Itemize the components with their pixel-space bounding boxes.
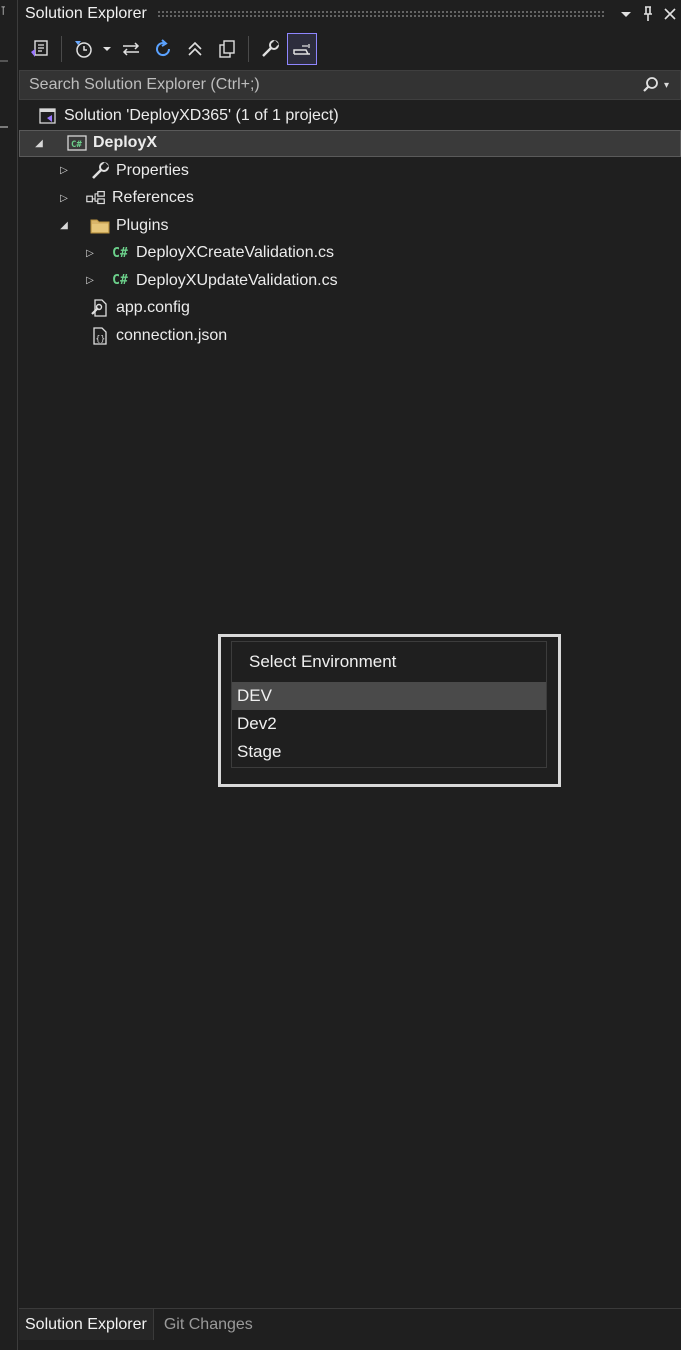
svg-text:{}: {} xyxy=(96,334,106,343)
tree-item-label: DeployXUpdateValidation.cs xyxy=(136,271,338,289)
environment-option-stage[interactable]: Stage xyxy=(232,738,546,766)
collapsed-arrow-icon[interactable]: ▷ xyxy=(83,274,97,288)
edge-marker xyxy=(0,60,8,62)
collapsed-arrow-icon[interactable]: ▷ xyxy=(57,191,71,205)
expanded-arrow-icon[interactable]: ◢ xyxy=(32,136,46,150)
tree-item-label: Solution 'DeployXD365' (1 of 1 project) xyxy=(64,106,339,124)
tree-item-label: app.config xyxy=(116,299,190,317)
search-options-dropdown-icon[interactable]: ▾ xyxy=(664,80,680,91)
tree-item-app-config[interactable]: app.config xyxy=(19,295,681,323)
close-icon[interactable] xyxy=(659,3,681,25)
tab-git-changes[interactable]: Git Changes xyxy=(154,1309,259,1341)
tree-item-references[interactable]: ▷ References xyxy=(19,185,681,213)
sync-active-document-icon[interactable] xyxy=(116,33,146,65)
show-all-files-icon[interactable] xyxy=(212,33,242,65)
tree-item-label: connection.json xyxy=(116,326,228,344)
search-icon[interactable] xyxy=(638,72,664,98)
tree-item-file-create-validation[interactable]: ▷ C# DeployXCreateValidation.cs xyxy=(19,240,681,268)
solution-tree: Solution 'DeployXD365' (1 of 1 project) … xyxy=(19,102,681,350)
tree-item-project-deployx[interactable]: ◢ C# DeployX xyxy=(19,129,681,157)
solution-explorer-toolbar xyxy=(19,30,681,68)
csharp-file-icon: C# xyxy=(112,273,128,289)
search-input[interactable] xyxy=(20,71,638,99)
toolbar-separator xyxy=(61,36,62,62)
csharp-file-icon: C# xyxy=(112,245,128,261)
json-file-icon: {} xyxy=(89,325,111,347)
tree-item-label: DeployXCreateValidation.cs xyxy=(136,244,335,262)
switch-views-icon[interactable] xyxy=(25,33,55,65)
collapsed-arrow-icon[interactable]: ▷ xyxy=(57,164,71,178)
chevron-down-icon[interactable] xyxy=(615,3,637,25)
tree-item-connection-json[interactable]: {} connection.json xyxy=(19,322,681,350)
toolbar-separator xyxy=(248,36,249,62)
select-environment-dialog: Select Environment DEV Dev2 Stage xyxy=(218,634,561,787)
tree-item-label: Plugins xyxy=(116,216,169,234)
bottom-edge xyxy=(19,1340,681,1350)
title-grip[interactable] xyxy=(156,10,605,18)
references-icon xyxy=(85,187,107,209)
search-box[interactable]: ▾ xyxy=(19,70,681,100)
tree-item-properties[interactable]: ▷ Properties xyxy=(19,157,681,185)
tree-item-label: References xyxy=(112,189,194,207)
tab-solution-explorer[interactable]: Solution Explorer xyxy=(19,1308,154,1341)
pin-icon[interactable] xyxy=(637,3,659,25)
collapsed-arrow-icon[interactable]: ▷ xyxy=(83,246,97,260)
svg-text:C#: C# xyxy=(71,140,82,150)
solution-explorer-panel: Solution Explorer Search Solution Explor… xyxy=(19,0,681,1350)
solution-icon xyxy=(37,105,59,127)
csharp-project-icon: C# xyxy=(66,132,88,154)
bottom-tab-bar: Solution Explorer Git Changes xyxy=(19,1308,681,1341)
panel-title-bar[interactable]: Solution Explorer xyxy=(19,0,681,28)
tree-item-plugins-folder[interactable]: ◢ Plugins xyxy=(19,212,681,240)
left-edge-strip: ⊺ xyxy=(0,0,18,1350)
preview-selected-items-icon[interactable] xyxy=(287,33,317,65)
pending-changes-filter-icon[interactable] xyxy=(68,33,98,65)
expanded-arrow-icon[interactable]: ◢ xyxy=(57,219,71,233)
config-file-icon xyxy=(89,297,111,319)
refresh-icon[interactable] xyxy=(148,33,178,65)
panel-title: Solution Explorer xyxy=(25,5,147,22)
dropdown-icon[interactable] xyxy=(100,33,114,65)
tree-item-file-update-validation[interactable]: ▷ C# DeployXUpdateValidation.cs xyxy=(19,267,681,295)
environment-option-dev[interactable]: DEV xyxy=(232,682,546,710)
tree-item-solution[interactable]: Solution 'DeployXD365' (1 of 1 project) xyxy=(19,102,681,130)
tree-item-label: DeployX xyxy=(93,134,158,152)
dialog-title: Select Environment xyxy=(249,652,397,671)
wrench-icon xyxy=(89,160,111,182)
properties-icon[interactable] xyxy=(255,33,285,65)
tree-item-label: Properties xyxy=(116,161,189,179)
collapse-all-icon[interactable] xyxy=(180,33,210,65)
edge-marker xyxy=(0,126,8,128)
environment-list-box: Select Environment DEV Dev2 Stage xyxy=(231,641,547,768)
environment-option-dev2[interactable]: Dev2 xyxy=(232,710,546,738)
pin-icon[interactable]: ⊺ xyxy=(0,4,10,18)
folder-icon xyxy=(89,215,111,237)
